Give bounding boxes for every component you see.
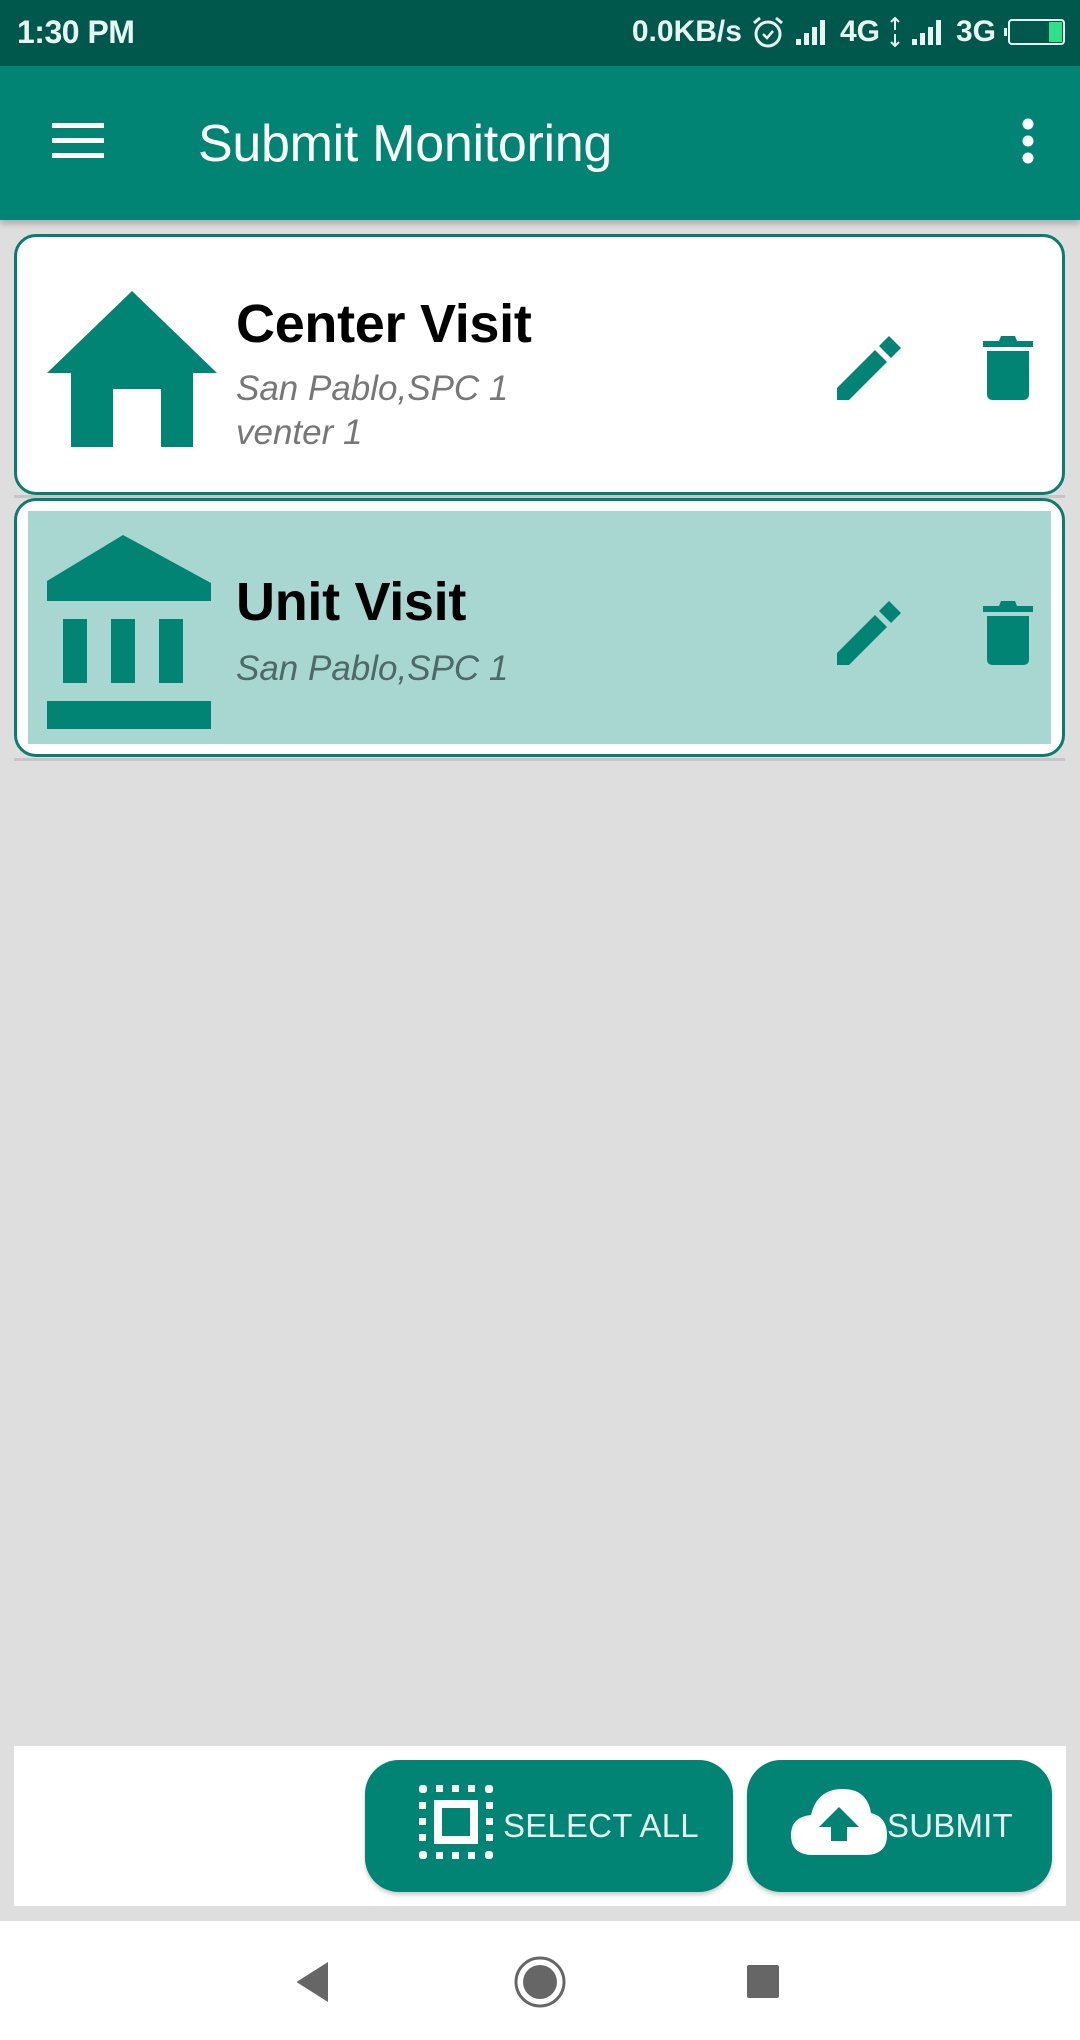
home-icon: [47, 291, 217, 454]
sim2-network-type: 3G: [955, 15, 996, 48]
network-speed: 0.0KB/s: [631, 15, 742, 48]
visit-detail: venter 1: [236, 413, 363, 452]
cloud-upload-icon: [791, 1789, 887, 1863]
system-nav-bar: [0, 1921, 1080, 2040]
visit-location: San Pablo,SPC 1: [236, 369, 509, 408]
signal-icon-sim1: [794, 17, 832, 47]
card-body: Center Visit San Pablo,SPC 1 venter 1: [17, 237, 1062, 492]
edit-button[interactable]: [829, 330, 909, 410]
page-title: Submit Monitoring: [198, 115, 612, 173]
visit-title: Unit Visit: [236, 572, 467, 632]
submit-button[interactable]: SUBMIT: [747, 1760, 1052, 1892]
list-divider: [14, 758, 1065, 761]
bottom-action-bar: SELECT ALL SUBMIT: [14, 1746, 1066, 1906]
status-indicators: 0.0KB/s 4G 3G: [632, 12, 1066, 52]
pencil-icon: [837, 335, 901, 405]
visit-location: San Pablo,SPC 1: [236, 649, 509, 688]
select-all-button[interactable]: SELECT ALL: [365, 1760, 733, 1892]
recents-button[interactable]: [729, 1949, 799, 2019]
back-triangle-icon: [296, 1961, 330, 2007]
card-body-selected: Unit Visit San Pablo,SPC 1: [28, 511, 1051, 744]
trash-icon: [983, 335, 1033, 405]
more-vertical-icon: [1021, 118, 1035, 169]
visit-card-center[interactable]: Center Visit San Pablo,SPC 1 venter 1: [14, 234, 1065, 495]
menu-button[interactable]: [40, 110, 116, 176]
data-arrows-icon: [888, 16, 902, 48]
home-button[interactable]: [505, 1949, 575, 2019]
institution-icon: [47, 535, 211, 734]
overflow-menu-button[interactable]: [1000, 110, 1056, 176]
app-bar: Submit Monitoring: [0, 66, 1080, 220]
delete-button[interactable]: [968, 330, 1048, 410]
pencil-icon: [837, 600, 901, 670]
back-button[interactable]: [278, 1949, 348, 2019]
delete-button[interactable]: [968, 595, 1048, 675]
select-all-icon: [419, 1785, 493, 1867]
home-circle-icon: [514, 1956, 566, 2013]
trash-icon: [983, 600, 1033, 670]
recents-square-icon: [747, 1964, 781, 2004]
sim1-network-type: 4G: [839, 15, 880, 48]
battery-icon: [1004, 18, 1066, 46]
visit-card-unit[interactable]: Unit Visit San Pablo,SPC 1: [14, 498, 1065, 757]
visit-title: Center Visit: [236, 294, 532, 354]
hamburger-menu-icon: [52, 122, 104, 164]
select-all-label: SELECT ALL: [503, 1807, 699, 1844]
signal-icon-sim2: [910, 17, 948, 47]
submit-label: SUBMIT: [887, 1807, 1013, 1844]
status-time: 1:30 PM: [17, 14, 135, 50]
alarm-clock-icon: [750, 14, 786, 50]
status-bar: 1:30 PM 0.0KB/s 4G 3G: [0, 0, 1080, 66]
edit-button[interactable]: [829, 595, 909, 675]
